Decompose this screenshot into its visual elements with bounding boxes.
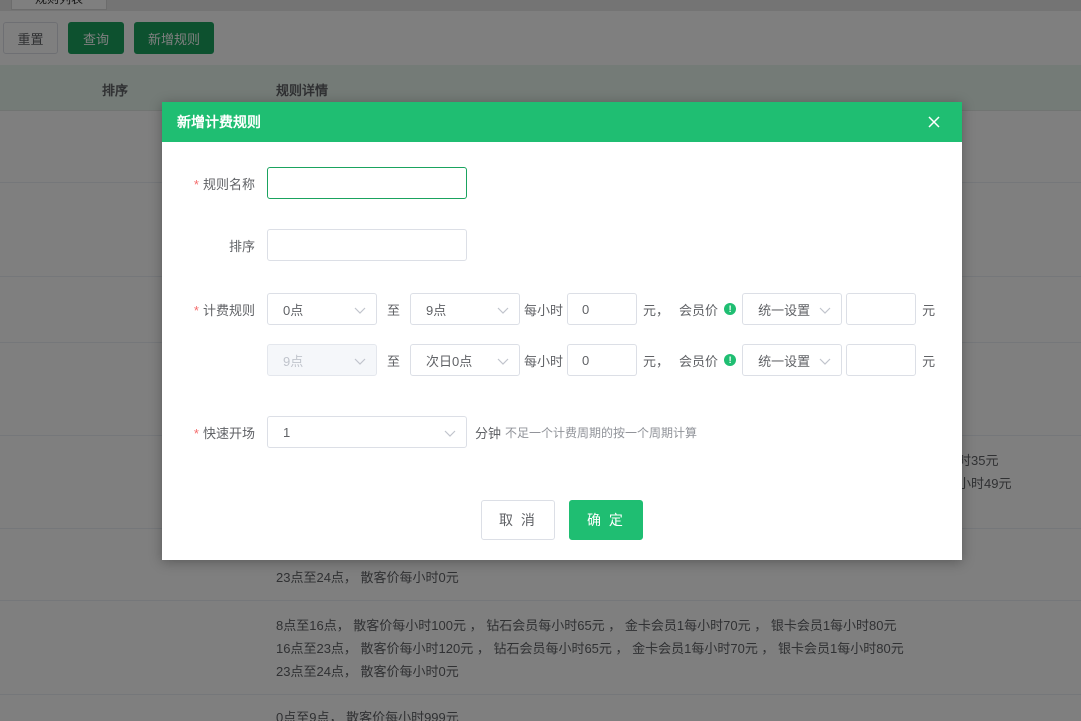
end-time-select[interactable]: 9点 xyxy=(410,293,521,325)
name-label: * 规则名称 xyxy=(193,176,255,192)
form-row-quick-start: * 快速开场 1 分钟 不足一个计费周期的按一个周期计算 xyxy=(162,416,697,448)
chevron-down-icon xyxy=(444,430,456,437)
info-icon[interactable]: ! xyxy=(724,303,737,315)
member-mode-select[interactable]: 统一设置 xyxy=(742,293,843,325)
yuan-text: 元 xyxy=(922,353,936,369)
info-icon[interactable]: ! xyxy=(724,354,737,366)
required-mark: * xyxy=(193,302,199,318)
per-hour-text: 每小时 xyxy=(524,302,564,318)
member-price-input[interactable] xyxy=(846,293,917,325)
member-price-input[interactable] xyxy=(846,344,917,376)
sort-label: 排序 xyxy=(228,238,255,254)
billing-rule-row: *计费规则 0点 至 9点 每小时 元， 会员价 ! 统一设置 元 xyxy=(162,293,935,325)
dialog-title: 新增计费规则 xyxy=(177,114,261,130)
chevron-down-icon xyxy=(819,358,831,365)
minute-unit-text: 分钟 xyxy=(475,425,502,441)
quick-start-hint: 不足一个计费周期的按一个周期计算 xyxy=(505,425,698,440)
required-mark: * xyxy=(193,176,199,192)
chevron-down-icon xyxy=(354,358,366,365)
member-mode-select[interactable]: 统一设置 xyxy=(742,344,843,376)
to-text: 至 xyxy=(387,302,401,318)
to-text: 至 xyxy=(387,353,401,369)
yuan-text: 元 xyxy=(922,302,936,318)
quick-start-select[interactable]: 1 xyxy=(267,416,467,448)
start-time-select[interactable]: 0点 xyxy=(267,293,377,325)
required-mark: * xyxy=(193,425,199,441)
hourly-price-input[interactable] xyxy=(567,293,638,325)
yuan-comma-text: 元， xyxy=(643,353,670,369)
dialog-header: 新增计费规则 xyxy=(162,102,962,142)
billing-label: * 计费规则 xyxy=(193,302,255,318)
rule-name-input[interactable] xyxy=(267,167,467,199)
per-hour-text: 每小时 xyxy=(524,353,564,369)
sort-input[interactable] xyxy=(267,229,467,261)
member-price-text: 会员价 xyxy=(679,353,719,369)
form-row-sort: 排序 xyxy=(162,229,467,261)
chevron-down-icon xyxy=(497,307,509,314)
add-billing-rule-dialog: 新增计费规则 *规则名称 排序 *计费规则 0点 至 9点 每小时 元， 会员价… xyxy=(162,102,962,560)
start-time-select: 9点 xyxy=(267,344,377,376)
yuan-comma-text: 元， xyxy=(643,302,670,318)
close-icon[interactable] xyxy=(926,114,942,130)
form-row-name: * 规则名称 xyxy=(162,167,467,199)
chevron-down-icon xyxy=(497,358,509,365)
hourly-price-input[interactable] xyxy=(567,344,638,376)
quick-start-label: * 快速开场 xyxy=(193,425,255,441)
cancel-button[interactable]: 取 消 xyxy=(481,500,555,540)
chevron-down-icon xyxy=(354,307,366,314)
end-time-select[interactable]: 次日0点 xyxy=(410,344,521,376)
confirm-button[interactable]: 确 定 xyxy=(569,500,643,540)
chevron-down-icon xyxy=(819,307,831,314)
member-price-text: 会员价 xyxy=(679,302,719,318)
billing-rule-row: 9点 至 次日0点 每小时 元， 会员价 ! 统一设置 元 xyxy=(162,344,935,376)
